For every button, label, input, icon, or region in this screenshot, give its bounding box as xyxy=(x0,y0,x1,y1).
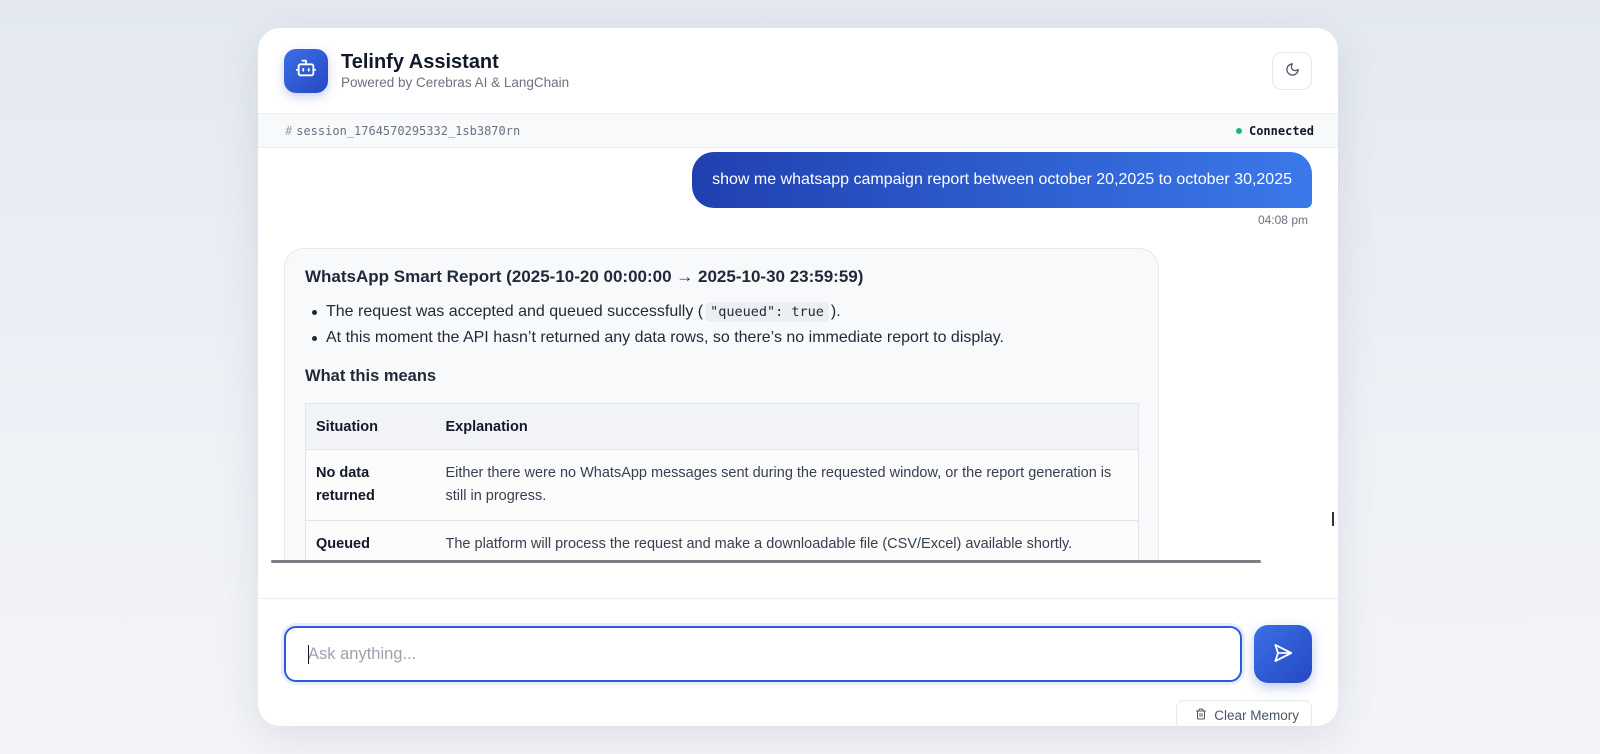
chat-window: Telinfy Assistant Powered by Cerebras AI… xyxy=(258,28,1338,726)
caret-icon xyxy=(308,645,309,664)
send-icon xyxy=(1272,642,1294,667)
text-cursor-icon xyxy=(1332,512,1334,526)
section-heading: What this means xyxy=(305,367,437,385)
status-text: Connected xyxy=(1248,123,1314,138)
explanation-table: Situation Explanation No data returned E… xyxy=(305,403,1139,563)
table-row: Queued The platform will process the req… xyxy=(305,520,1139,563)
hash-icon: # xyxy=(285,123,293,138)
app-title: Telinfy Assistant xyxy=(341,50,499,73)
message-list[interactable]: show me whatsapp campaign report between… xyxy=(258,148,1338,563)
user-message: show me whatsapp campaign report between… xyxy=(692,152,1312,208)
table-cell: No data returned xyxy=(305,449,436,521)
horizontal-scrollbar[interactable] xyxy=(271,560,1261,563)
send-button[interactable] xyxy=(1254,625,1312,683)
trash-icon xyxy=(1195,708,1214,723)
table-row: No data returned Either there were no Wh… xyxy=(305,449,1139,521)
user-message-text: show me whatsapp campaign report between… xyxy=(712,171,1292,188)
bullet-text: At this moment the API hasn’t returned a… xyxy=(326,329,1004,346)
session-id-text: session_1764570295332_1sb3870rn xyxy=(296,123,521,138)
table-cell: Queued xyxy=(305,520,436,563)
clear-memory-button[interactable]: Clear Memory xyxy=(1176,700,1312,726)
app-subtitle: Powered by Cerebras AI & LangChain xyxy=(341,74,570,90)
message-input-wrapper[interactable] xyxy=(284,626,1242,682)
assistant-message: WhatsApp Smart Report (2025-10-20 00:00:… xyxy=(284,248,1159,563)
column-header: Situation xyxy=(305,403,436,450)
message-input[interactable] xyxy=(286,628,1240,680)
list-item: The request was accepted and queued succ… xyxy=(312,299,1138,325)
table-cell: The platform will process the request an… xyxy=(435,520,1139,563)
robot-icon xyxy=(295,57,317,84)
session-id: # session_1764570295332_1sb3870rn xyxy=(285,124,520,138)
status-dot-icon xyxy=(1235,127,1242,134)
moon-icon xyxy=(1285,62,1300,80)
message-timestamp: 04:08 pm xyxy=(1257,213,1308,227)
composer: Clear Memory xyxy=(258,598,1338,726)
column-header: Explanation xyxy=(435,403,1139,450)
list-item: At this moment the API hasn’t returned a… xyxy=(312,325,1138,351)
chat-header: Telinfy Assistant Powered by Cerebras AI… xyxy=(258,28,1338,114)
clear-memory-label: Clear Memory xyxy=(1214,707,1299,723)
session-bar: # session_1764570295332_1sb3870rn Connect… xyxy=(258,114,1338,148)
table-cell: Either there were no WhatsApp messages s… xyxy=(435,449,1139,521)
table-header-row: Situation Explanation xyxy=(305,403,1139,450)
report-title: WhatsApp Smart Report (2025-10-20 00:00:… xyxy=(305,267,864,286)
app-logo xyxy=(284,48,328,93)
inline-code: "queued": true xyxy=(705,302,829,322)
connection-status: Connected xyxy=(1235,123,1314,138)
bullet-list: The request was accepted and queued succ… xyxy=(312,299,1138,351)
bullet-text: The request was accepted and queued succ… xyxy=(326,302,841,322)
theme-toggle-button[interactable] xyxy=(1272,52,1312,90)
